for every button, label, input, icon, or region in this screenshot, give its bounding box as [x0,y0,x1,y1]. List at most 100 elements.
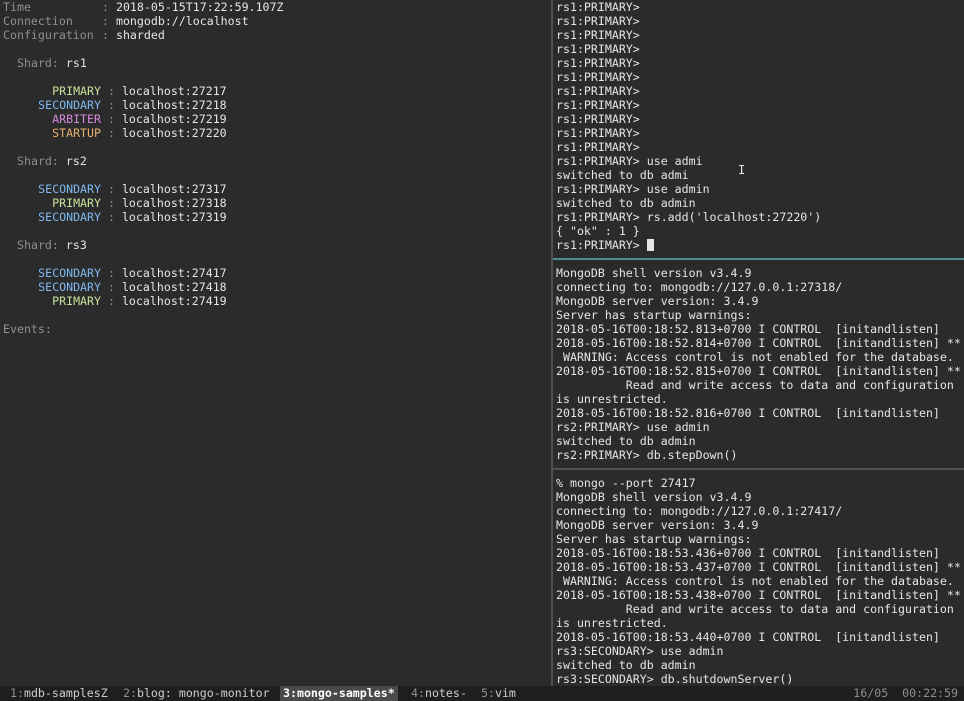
terminal-line: MongoDB shell version v3.4.9 [556,266,752,280]
shard-label: Shard: [17,56,66,70]
terminal-line: rs2:PRIMARY> db.stepDown() [556,448,738,462]
terminal-line: rs1:PRIMARY> [556,42,640,56]
member-separator: : [101,266,122,280]
terminal-line: Read and write access to data and config… [556,378,954,392]
member-separator: : [101,98,122,112]
header-row-configuration: Configuration: sharded [3,28,165,42]
terminal-line: rs1:PRIMARY> [556,98,640,112]
member-host: localhost:27319 [121,210,227,224]
monitor-pane[interactable]: Time: 2018-05-15T17:22:59.107Z Connection… [0,0,551,686]
window-tab-5[interactable]: 5:vim [478,686,519,701]
shard-title-rs1: Shard: rs1 [17,56,87,70]
terminal-line: Read and write access to data and config… [556,602,954,616]
terminal-line: MongoDB server version: 3.4.9 [556,294,759,308]
window-name: notes- [424,686,467,700]
terminal-line: Server has startup warnings: [556,532,752,546]
member-host: localhost:27417 [121,266,227,280]
events-label: Events: [3,322,52,336]
member-row: STARTUP : localhost:27220 [0,126,227,140]
terminal-line: MongoDB shell version v3.4.9 [556,490,752,504]
shard-name: rs1 [65,56,87,70]
window-number: 4: [411,686,425,700]
member-row: PRIMARY : localhost:27217 [0,84,227,98]
member-separator: : [101,210,122,224]
terminal-line: rs1:PRIMARY> [556,84,640,98]
terminal-line: rs1:PRIMARY> use admin [556,182,710,196]
shard-name: rs3 [65,238,87,252]
member-host: localhost:27220 [121,126,227,140]
terminal-line: rs1:PRIMARY> [556,70,640,84]
header-row-connection: Connection: mongodb://localhost [3,14,249,28]
terminal-line: rs1:PRIMARY> [556,14,640,28]
member-row: SECONDARY : localhost:27418 [0,280,227,294]
terminal-line: connecting to: mongodb://127.0.0.1:27417… [556,504,843,518]
terminal-prompt-line[interactable]: rs1:PRIMARY> [556,238,654,252]
member-row: SECONDARY : localhost:27317 [0,182,226,196]
window-tab-1[interactable]: 1:mdb-samplesZ [7,686,111,701]
shard-label: Shard: [17,238,66,252]
member-host: localhost:27218 [121,98,227,112]
pane-divider-vertical[interactable] [551,0,553,686]
member-role: SECONDARY [38,280,101,294]
status-clock: 16/05 00:22:59 [853,686,958,701]
terminal-line: 2018-05-16T00:18:53.438+0700 I CONTROL [… [556,588,961,602]
terminal-prompt: rs1:PRIMARY> [556,238,647,252]
terminal-line: rs1:PRIMARY> rs.add('localhost:27220') [556,210,822,224]
window-name: mongo-samples* [296,686,395,700]
window-name: blog: mongo-monitor [136,686,270,700]
terminal-pane-rs3[interactable]: % mongo --port 27417 MongoDB shell versio… [556,474,964,686]
terminal-line: 2018-05-16T00:18:53.436+0700 I CONTROL [… [556,546,940,560]
shard-title-rs2: Shard: rs2 [17,154,87,168]
block-cursor-icon [646,239,654,251]
terminal-line: rs1:PRIMARY> [556,0,640,14]
member-role: SECONDARY [38,182,101,196]
window-number: 5: [481,686,495,700]
member-host: localhost:27217 [121,84,227,98]
terminal-line: switched to db admin [556,196,696,210]
terminal-line: WARNING: Access control is not enabled f… [556,350,954,364]
member-row: PRIMARY : localhost:27318 [0,196,227,210]
terminal-line: rs1:PRIMARY> [556,56,640,70]
window-tab-3[interactable]: 3:mongo-samples* [280,686,398,701]
terminal-line: switched to db admi [556,168,689,182]
header-separator: : [102,14,116,28]
window-tab-4[interactable]: 4:notes- [408,686,470,701]
member-role: SECONDARY [38,266,101,280]
pane-divider-active[interactable] [553,258,964,260]
header-value: sharded [115,28,165,42]
terminal-line: is unrestricted. [556,616,668,630]
terminal-line: WARNING: Access control is not enabled f… [556,574,954,588]
terminal-line: is unrestricted. [556,392,668,406]
member-role: PRIMARY [52,196,101,210]
member-host: localhost:27418 [121,280,227,294]
header-value: 2018-05-15T17:22:59.107Z [115,0,284,14]
tmux-status-bar: 1:mdb-samplesZ 2:blog: mongo-monitor 3:mon… [0,686,964,701]
member-host: localhost:27318 [121,196,227,210]
terminal-pane-rs1[interactable]: rs1:PRIMARY> rs1:PRIMARY> rs1:PRIMARY> rs1:… [556,0,964,254]
window-number: 3: [283,686,297,700]
terminal-line: rs1:PRIMARY> [556,112,640,126]
terminal-pane-rs2[interactable]: MongoDB shell version v3.4.9 connecting t… [556,264,964,464]
member-separator: : [101,112,122,126]
header-separator: : [102,28,116,42]
shard-name: rs2 [65,154,87,168]
terminal-line: rs1:PRIMARY> [556,140,640,154]
terminal-line: MongoDB server version: 3.4.9 [556,518,759,532]
member-separator: : [101,126,122,140]
terminal-line: switched to db admin [556,434,696,448]
member-row: ARBITER : localhost:27219 [0,112,227,126]
terminal-line: rs1:PRIMARY> [556,28,640,42]
member-role: ARBITER [52,112,101,126]
pane-divider-horizontal[interactable] [553,468,964,470]
window-tab-2[interactable]: 2:blog: mongo-monitor [120,686,273,701]
header-key: Connection [3,14,73,28]
terminal-line: 2018-05-16T00:18:53.437+0700 I CONTROL [… [556,560,961,574]
terminal-line: rs3:SECONDARY> use admin [556,644,724,658]
window-number: 1: [10,686,24,700]
terminal-line: connecting to: mongodb://127.0.0.1:27318… [556,280,843,294]
terminal-line: 2018-05-16T00:18:52.816+0700 I CONTROL [… [556,406,940,420]
terminal-line: 2018-05-16T00:18:52.815+0700 I CONTROL [… [556,364,961,378]
window-name: mdb-samplesZ [23,686,108,700]
status-date: 16/05 [853,686,889,700]
terminal-line: rs1:PRIMARY> use admi [556,154,703,168]
